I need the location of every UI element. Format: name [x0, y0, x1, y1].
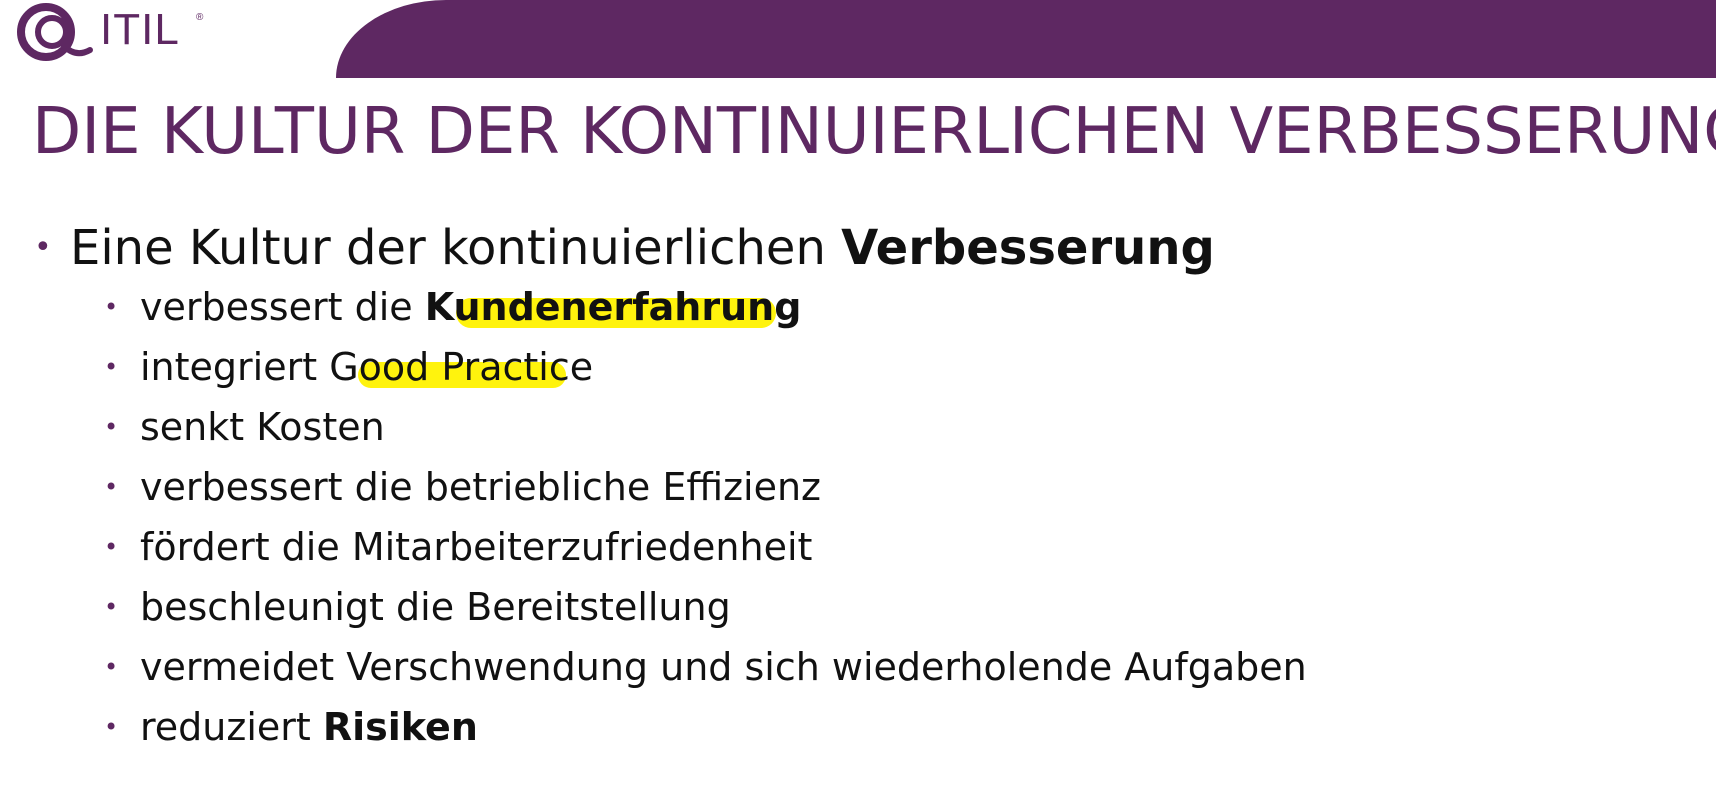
- bullet-item: • verbessert die betriebliche Effizienz: [104, 460, 821, 514]
- bullet-item: • reduziert Risiken: [104, 700, 478, 754]
- bullet-text: Eine Kultur der kontinuierlichen: [70, 220, 842, 276]
- bullet-emphasis: Verbesserung: [841, 220, 1215, 276]
- bullet-emphasis: Kundenerfahrung: [424, 285, 802, 329]
- bullet-dot: •: [104, 653, 119, 681]
- bullet-text: senkt Kosten: [140, 405, 385, 449]
- bullet-text: verbessert die: [140, 285, 425, 329]
- bullet-dot: •: [104, 533, 119, 561]
- itil-logo: ITIL ®: [12, 2, 212, 62]
- bullet-item: • fördert die Mitarbeiterzufriedenheit: [104, 520, 812, 574]
- bullet-dot: •: [104, 713, 119, 741]
- bullet-text: beschleunigt die Bereitstellung: [140, 585, 731, 629]
- bullet-dot: •: [104, 413, 119, 441]
- bullet-text: integriert: [140, 345, 330, 389]
- bullet-emphasis: Risiken: [322, 705, 478, 749]
- bullet-dot: •: [104, 593, 119, 621]
- bullet-text: fördert die Mitarbeiterzufriedenheit: [140, 525, 813, 569]
- bullet-item: • vermeidet Verschwendung und sich wieder…: [104, 640, 1307, 694]
- bullet-item: • verbessert die Kundenerfahrung: [104, 280, 801, 334]
- bullet-main: • Eine Kultur der kontinuierlichen Verbes…: [34, 218, 1215, 278]
- bullet-dot: •: [104, 353, 119, 381]
- bullet-dot: •: [34, 230, 52, 265]
- bullet-text: reduziert: [140, 705, 323, 749]
- header-band: [336, 0, 1716, 78]
- slide-title: DIE KULTUR DER KONTINUIERLICHEN VERBESSE…: [32, 95, 1716, 169]
- bullet-item: • beschleunigt die Bereitstellung: [104, 580, 731, 634]
- bullet-dot: •: [104, 293, 119, 321]
- bullet-text: vermeidet Verschwendung und sich wiederh…: [140, 645, 1307, 689]
- logo-text: ITIL: [100, 5, 180, 54]
- itil-swirl-logo-icon: [17, 3, 93, 61]
- bullet-item: • integriert Good Practice: [104, 340, 593, 394]
- bullet-text: verbessert die betriebliche Effizienz: [140, 465, 821, 509]
- bullet-item: • senkt Kosten: [104, 400, 385, 454]
- registered-mark: ®: [196, 12, 204, 23]
- bullet-dot: •: [104, 473, 119, 501]
- bullet-text-suffix: Good Practice: [329, 345, 594, 389]
